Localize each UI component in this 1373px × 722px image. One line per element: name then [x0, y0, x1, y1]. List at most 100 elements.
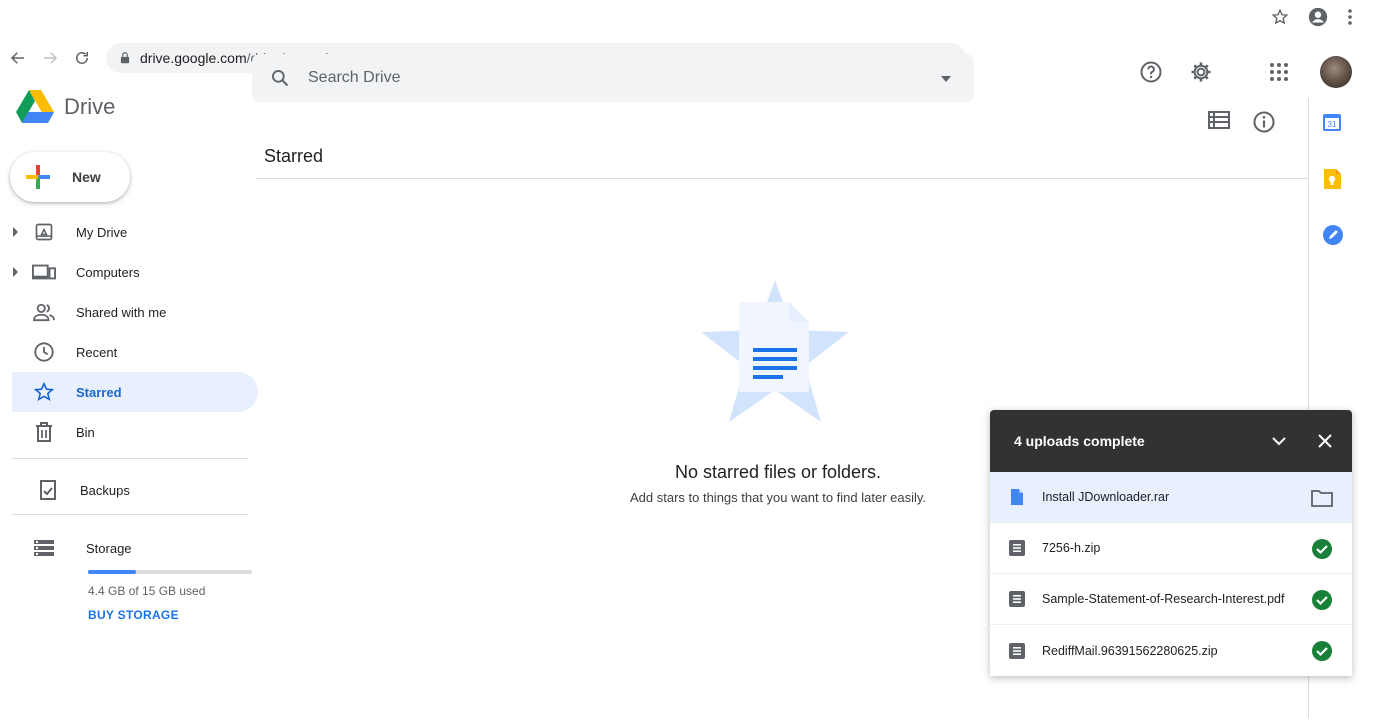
help-button[interactable]	[1136, 57, 1166, 87]
bookmark-star-icon[interactable]	[1271, 8, 1289, 31]
sidebar-item-starred[interactable]: Starred	[12, 372, 258, 412]
doc-file-icon	[1008, 488, 1026, 506]
app-name: Drive	[64, 94, 116, 119]
arrow-left-icon	[10, 52, 24, 64]
search-options-dropdown-icon[interactable]	[940, 70, 952, 88]
my-drive-icon	[32, 220, 56, 244]
gear-icon	[1191, 62, 1211, 82]
app-header: Drive	[0, 54, 1373, 136]
apps-grid-icon	[1270, 63, 1288, 81]
expand-caret-icon[interactable]	[13, 227, 18, 237]
sidebar-nav-secondary: Backups	[0, 470, 250, 510]
arrow-right-icon	[44, 52, 58, 64]
search-input[interactable]	[308, 69, 868, 87]
close-icon	[1318, 434, 1332, 448]
upload-complete-icon	[1310, 588, 1334, 612]
reload-icon	[76, 52, 88, 64]
upload-complete-icon	[1310, 639, 1334, 663]
sidebar-nav: My Drive Computers Shared with me Recent…	[0, 212, 258, 452]
upload-item[interactable]: RediffMail.96391562280625.zip	[990, 625, 1352, 676]
sidebar-item-label: Bin	[76, 424, 95, 440]
new-button[interactable]: New	[10, 152, 130, 202]
starred-document-icon	[701, 280, 849, 422]
list-view-icon	[1208, 111, 1230, 129]
sidebar-item-label: Shared with me	[76, 304, 167, 320]
svg-text:31: 31	[1328, 120, 1337, 129]
settings-button[interactable]	[1186, 57, 1216, 87]
upload-complete-icon	[1310, 537, 1334, 561]
storage-section: Storage 4.4 GB of 15 GB used BUY STORAGE	[32, 536, 252, 624]
empty-state-title: No starred files or folders.	[674, 462, 882, 482]
forward-button[interactable]	[36, 44, 64, 72]
plus-icon	[26, 165, 50, 189]
archive-file-icon	[1008, 539, 1026, 557]
lock-icon	[120, 52, 130, 64]
expand-caret-icon[interactable]	[13, 267, 18, 277]
back-button[interactable]	[4, 44, 32, 72]
trash-icon	[32, 420, 56, 444]
reload-button[interactable]	[68, 44, 96, 72]
tasks-icon[interactable]	[1322, 224, 1344, 246]
upload-progress-panel: 4 uploads complete Install JDownloader.r…	[990, 410, 1352, 676]
storage-progress-bar	[88, 570, 252, 574]
search-icon[interactable]	[270, 68, 290, 88]
sidebar-item-recent[interactable]: Recent	[0, 332, 250, 372]
sidebar-divider	[12, 514, 248, 515]
main-toolbar	[1208, 110, 1276, 139]
sidebar-item-label: My Drive	[76, 224, 128, 240]
sidebar-item-my-drive[interactable]: My Drive	[0, 212, 250, 252]
chevron-down-icon	[1272, 437, 1286, 446]
upload-file-name: RediffMail.96391562280625.zip	[1042, 643, 1218, 658]
show-file-location-button[interactable]	[1310, 486, 1334, 510]
upload-panel-title: 4 uploads complete	[1014, 433, 1145, 449]
sidebar-item-storage[interactable]: Storage	[32, 536, 252, 560]
sidebar-item-computers[interactable]: Computers	[0, 252, 250, 292]
sidebar-item-bin[interactable]: Bin	[0, 412, 250, 452]
addon-rail: 31	[1322, 112, 1344, 246]
computers-icon	[32, 260, 56, 284]
archive-file-icon	[1008, 642, 1026, 660]
upload-file-name: Sample-Statement-of-Research-Interest.pd…	[1042, 592, 1285, 606]
storage-used-text: 4.4 GB of 15 GB used	[88, 584, 206, 598]
drive-logo-icon	[16, 90, 54, 123]
page-title: Starred	[264, 146, 324, 166]
empty-starred-illustration	[695, 278, 855, 431]
minimize-button[interactable]	[1266, 428, 1292, 454]
browser-menu-icon[interactable]	[1347, 8, 1353, 31]
sidebar-item-shared-with-me[interactable]: Shared with me	[0, 292, 250, 332]
details-button[interactable]	[1252, 110, 1276, 139]
upload-file-name: 7256-h.zip	[1042, 541, 1101, 555]
star-icon	[32, 380, 56, 404]
sidebar-item-label: Backups	[80, 482, 130, 498]
sidebar-divider	[12, 458, 248, 459]
storage-label: Storage	[86, 540, 132, 556]
upload-file-name: Install JDownloader.rar	[1042, 490, 1170, 504]
main-divider	[256, 178, 1308, 179]
calendar-icon[interactable]: 31	[1322, 112, 1344, 134]
upload-item[interactable]: Install JDownloader.rar	[990, 472, 1352, 523]
profile-icon[interactable]	[1307, 6, 1329, 33]
list-view-button[interactable]	[1208, 110, 1230, 139]
clock-icon	[32, 340, 56, 364]
folder-icon	[1311, 490, 1333, 507]
help-icon	[1140, 61, 1162, 83]
upload-item[interactable]: 7256-h.zip	[990, 523, 1352, 574]
buy-storage-link[interactable]: BUY STORAGE	[88, 608, 179, 622]
url-host: drive.google.com	[140, 50, 247, 66]
sidebar-item-backups[interactable]: Backups	[0, 470, 250, 510]
browser-top-bar	[0, 0, 1373, 36]
sidebar-item-label: Recent	[76, 344, 118, 360]
search-bar[interactable]	[252, 54, 974, 102]
backups-icon	[36, 478, 60, 502]
archive-file-icon	[1008, 590, 1026, 608]
sidebar-item-label: Computers	[76, 264, 140, 280]
account-avatar[interactable]	[1320, 56, 1352, 88]
apps-button[interactable]	[1264, 57, 1294, 87]
info-icon	[1253, 111, 1275, 133]
upload-item[interactable]: Sample-Statement-of-Research-Interest.pd…	[990, 574, 1352, 625]
drive-logo[interactable]: Drive	[16, 90, 115, 124]
close-button[interactable]	[1312, 428, 1338, 454]
keep-icon[interactable]	[1322, 168, 1344, 190]
storage-progress-fill	[88, 570, 136, 574]
new-button-label: New	[72, 169, 101, 185]
